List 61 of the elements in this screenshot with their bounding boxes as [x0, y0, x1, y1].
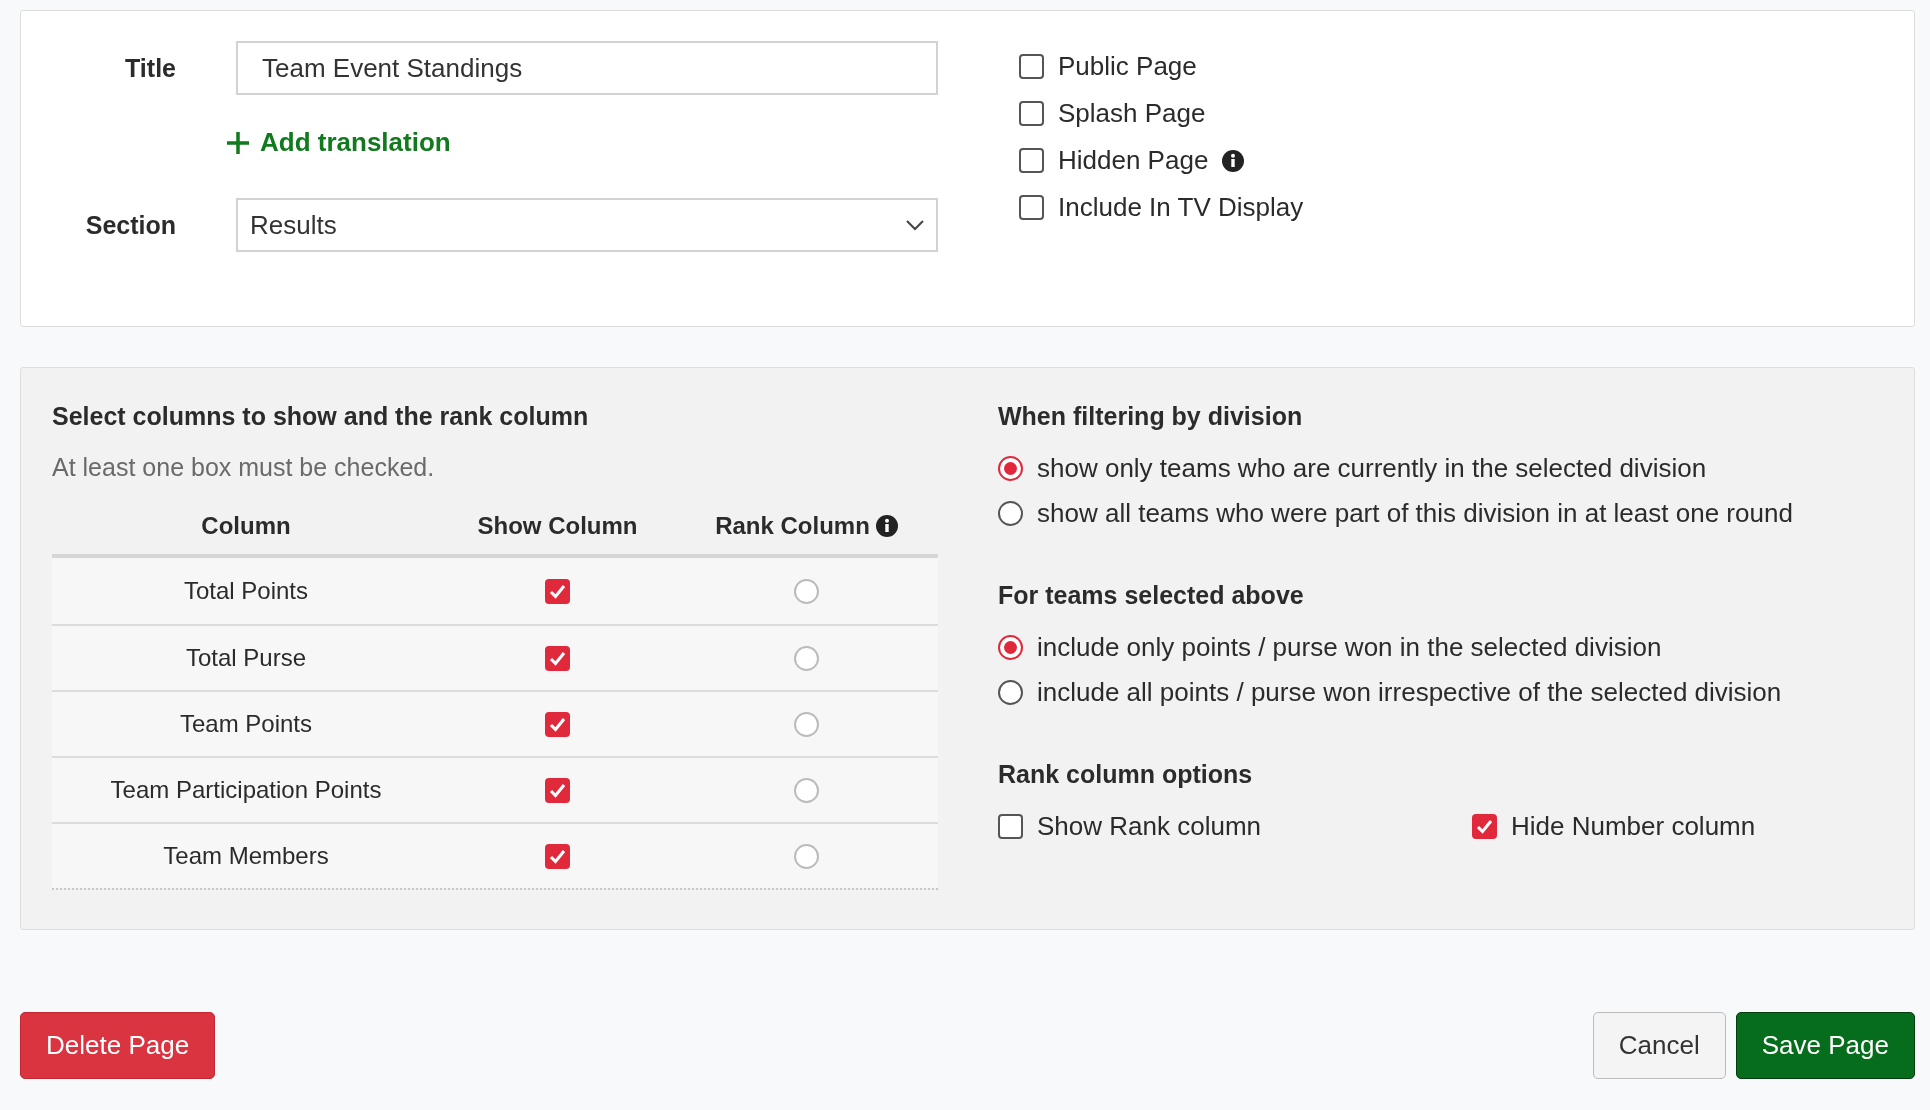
- checkbox-label: Splash Page: [1058, 98, 1206, 129]
- section-heading: When filtering by division: [998, 402, 1304, 431]
- checkbox[interactable]: [545, 578, 570, 604]
- radio-label: include all points / purse won irrespective of the selected division: [1037, 677, 1782, 708]
- radio-button[interactable]: [998, 456, 1023, 481]
- radio-button[interactable]: [794, 711, 819, 737]
- checkbox-label: Hidden Page: [1058, 145, 1209, 176]
- checkbox[interactable]: [545, 843, 570, 869]
- column-header: Show Column: [477, 512, 638, 540]
- column-header: Column: [201, 512, 291, 540]
- section-heading: Rank column options: [998, 760, 1254, 789]
- radio-button[interactable]: [794, 578, 819, 604]
- checkbox[interactable]: [1019, 195, 1044, 220]
- checkbox-label: Show Rank column: [1037, 811, 1261, 842]
- radio-label: show only teams who are currently in the selected division: [1037, 453, 1707, 484]
- checkbox-label: Public Page: [1058, 51, 1197, 82]
- info-icon[interactable]: [1222, 149, 1245, 172]
- table-cell: Total Purse: [185, 644, 307, 672]
- column-header: Rank Column: [715, 512, 870, 540]
- section-heading: For teams selected above: [998, 581, 1305, 610]
- add-translation-link[interactable]: Add translation: [226, 127, 451, 158]
- section-select[interactable]: Results: [236, 198, 938, 252]
- table-cell: Team Participation Points: [110, 776, 382, 804]
- title-input[interactable]: Team Event Standings: [236, 41, 938, 95]
- checkbox[interactable]: [545, 645, 570, 671]
- hint-text: At least one box must be checked.: [52, 453, 436, 482]
- checkmark-icon: [1476, 819, 1493, 834]
- action-button[interactable]: Delete Page: [20, 1012, 216, 1079]
- checkbox[interactable]: [998, 814, 1023, 839]
- radio-button[interactable]: [998, 635, 1023, 660]
- table-cell: Total Points: [183, 577, 309, 605]
- chevron-down-icon: [906, 219, 924, 231]
- checkmark-icon: [549, 583, 566, 599]
- checkmark-icon: [549, 650, 566, 666]
- table-cell: Team Members: [163, 842, 329, 870]
- checkbox[interactable]: [545, 711, 570, 737]
- checkbox[interactable]: [545, 777, 570, 803]
- section-heading: Select columns to show and the rank column: [52, 402, 590, 431]
- radio-button[interactable]: [794, 645, 819, 671]
- field-label: Title: [125, 53, 176, 83]
- info-icon[interactable]: [875, 515, 898, 537]
- radio-label: show all teams who were part of this division in at least one round: [1037, 498, 1793, 529]
- checkmark-icon: [549, 848, 566, 864]
- checkbox[interactable]: [1019, 148, 1044, 173]
- radio-button[interactable]: [998, 680, 1023, 705]
- plus-icon: [226, 130, 250, 155]
- checkbox-label: Hide Number column: [1511, 811, 1756, 842]
- radio-label: include only points / purse won in the selected division: [1037, 632, 1662, 663]
- checkmark-icon: [549, 716, 566, 732]
- field-label: Section: [85, 210, 176, 240]
- radio-button[interactable]: [794, 777, 819, 803]
- checkbox[interactable]: [1472, 814, 1497, 839]
- checkbox[interactable]: [1019, 54, 1044, 79]
- checkmark-icon: [549, 782, 566, 798]
- action-button[interactable]: Save Page: [1735, 1012, 1915, 1079]
- checkbox-label: Include In TV Display: [1058, 192, 1304, 223]
- radio-button[interactable]: [998, 501, 1023, 526]
- action-button[interactable]: Cancel: [1592, 1012, 1726, 1079]
- radio-button[interactable]: [794, 843, 819, 869]
- checkbox[interactable]: [1019, 101, 1044, 126]
- table-cell: Team Points: [179, 710, 313, 738]
